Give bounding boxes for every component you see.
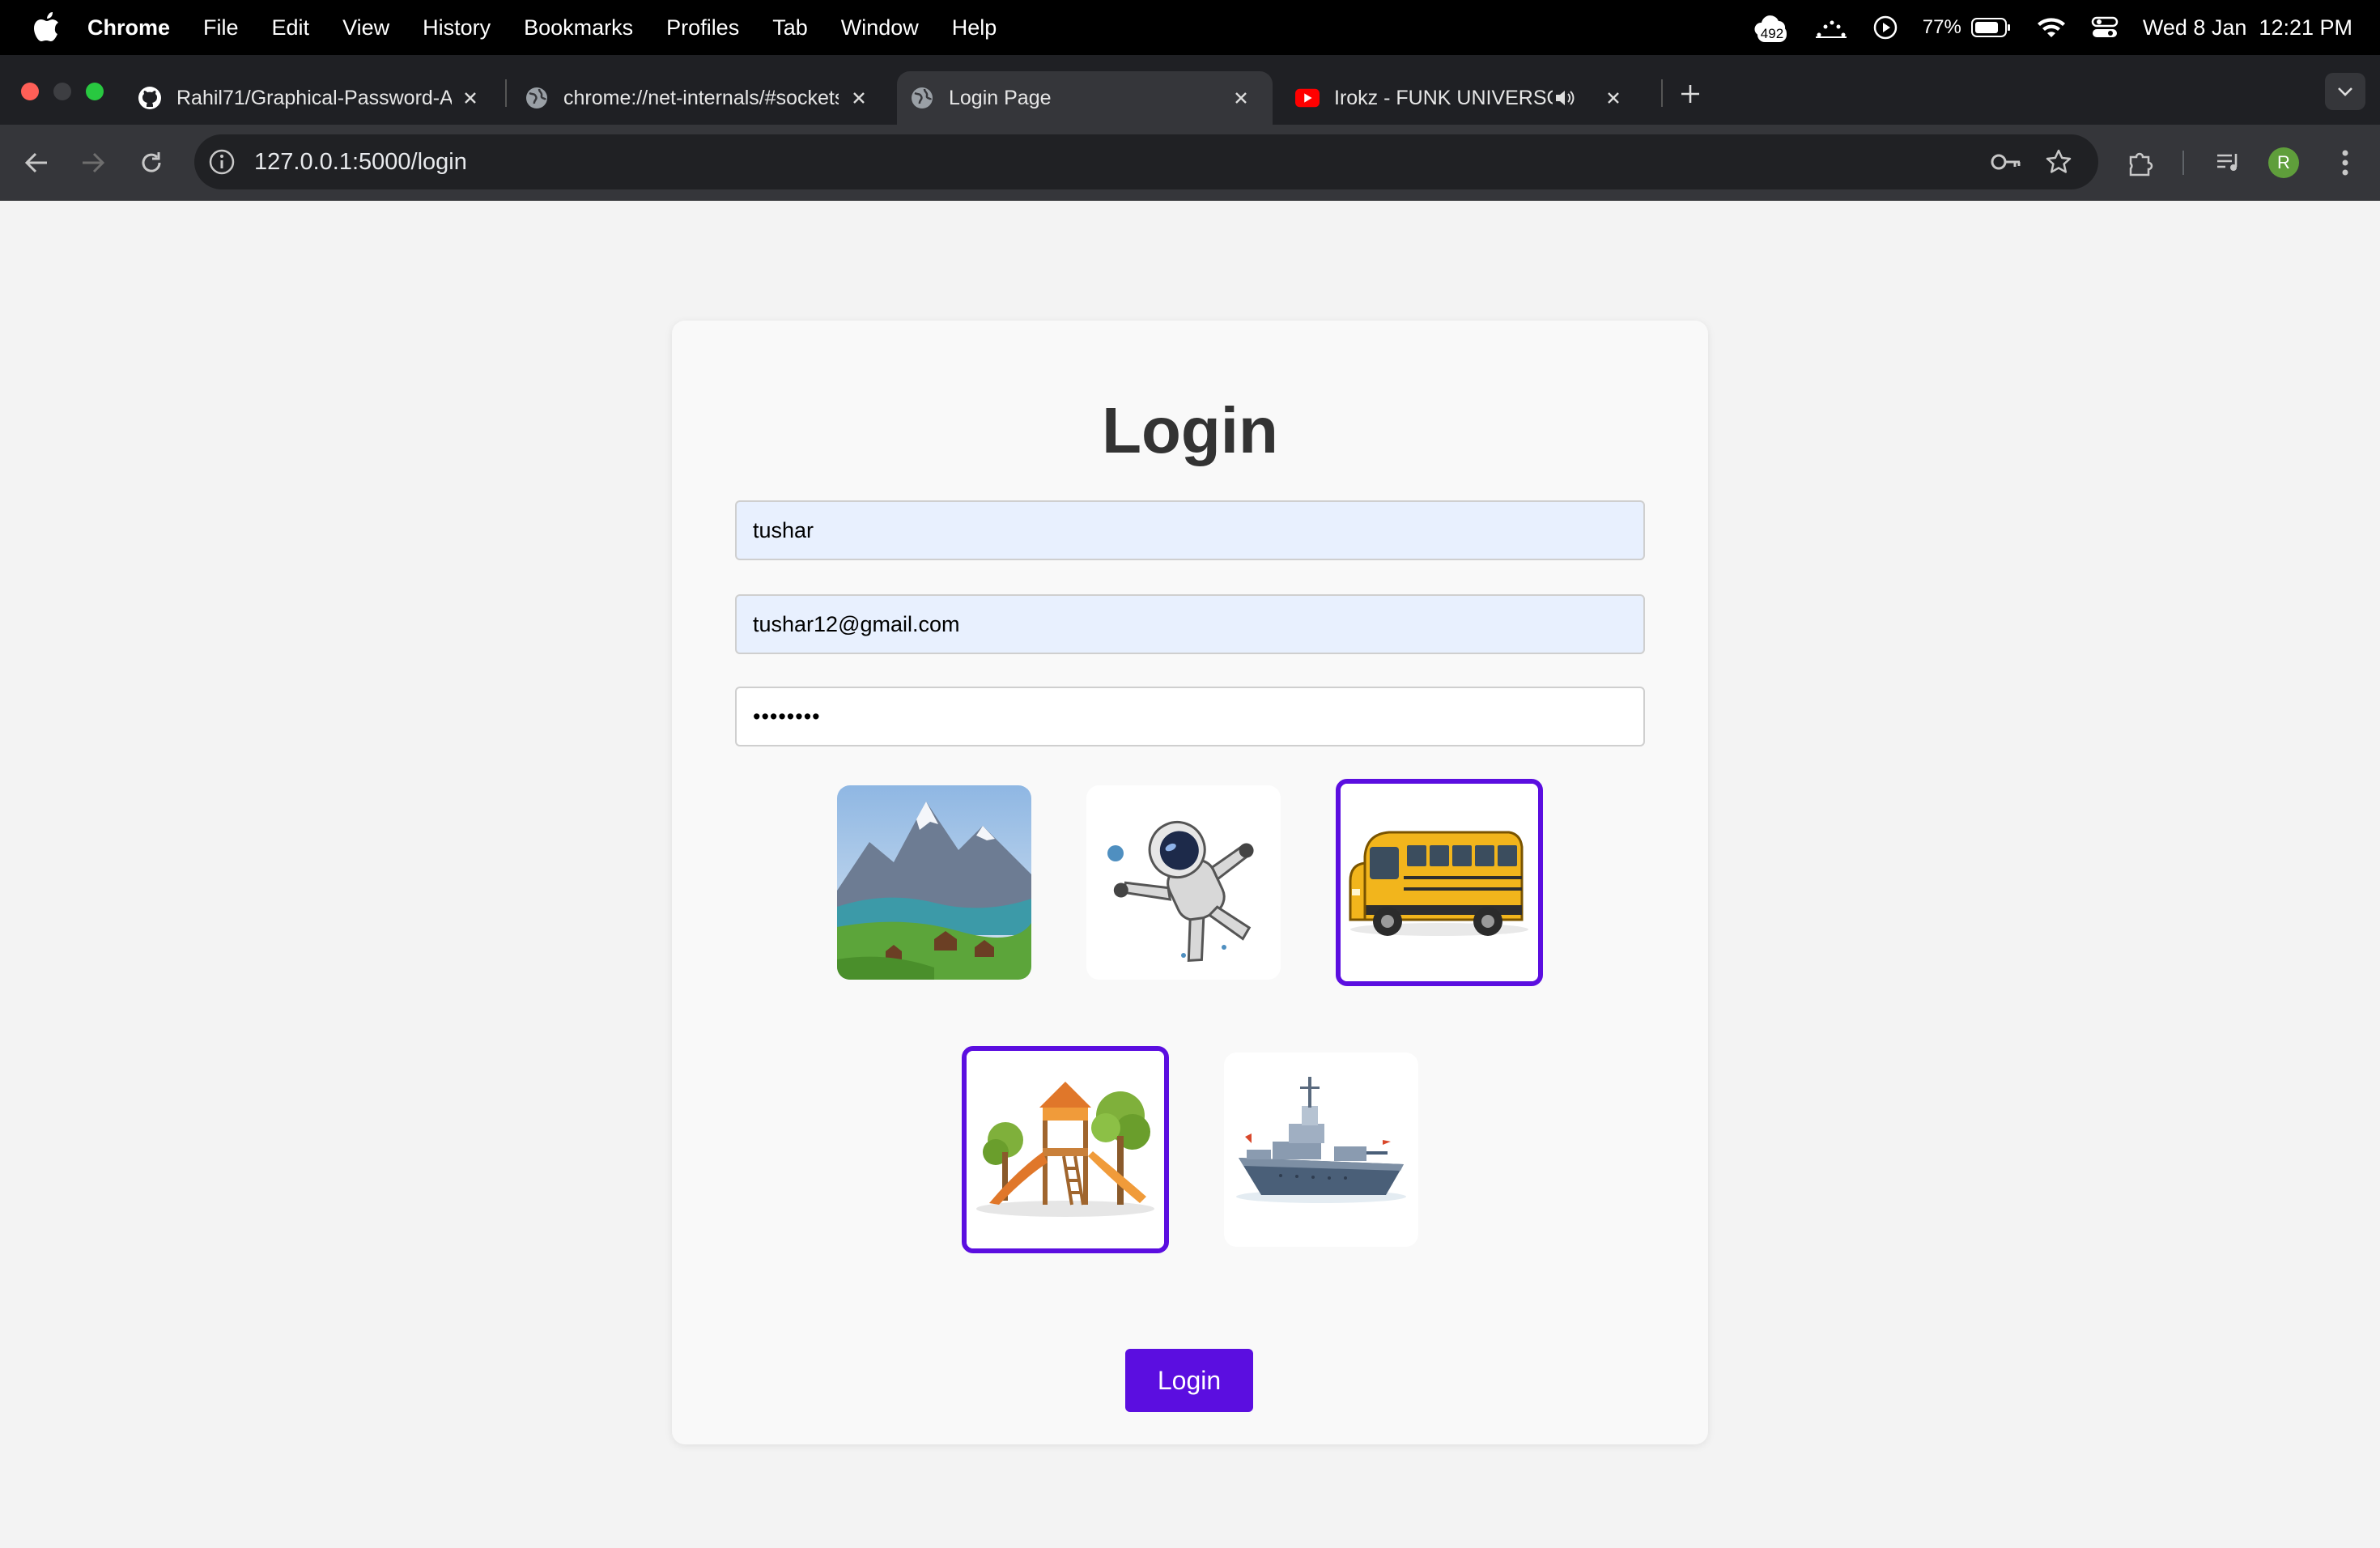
control-center-icon[interactable]	[2091, 15, 2119, 40]
tab-title: Irokz - FUNK UNIVERSO - Yo	[1334, 86, 1553, 109]
password-input[interactable]	[735, 687, 1645, 746]
battleship-image	[1224, 1053, 1418, 1247]
new-tab-button[interactable]	[1674, 78, 1706, 110]
playground-image	[967, 1051, 1164, 1248]
close-icon[interactable]	[1229, 86, 1253, 110]
display-dim-icon[interactable]	[1814, 15, 1848, 40]
login-heading: Login	[1102, 394, 1278, 466]
image-option-mountain-lake[interactable]	[837, 785, 1031, 980]
astronaut-image	[1086, 785, 1281, 980]
wifi-icon[interactable]	[2036, 15, 2067, 40]
menu-app-chrome[interactable]: Chrome	[87, 15, 170, 40]
menu-view[interactable]: View	[342, 15, 389, 40]
url-text: 127.0.0.1:5000/login	[254, 149, 467, 175]
address-bar[interactable]: 127.0.0.1:5000/login	[194, 134, 2098, 189]
tab-youtube[interactable]: Irokz - FUNK UNIVERSO - Yo	[1281, 71, 1645, 125]
profile-avatar[interactable]: R	[2263, 142, 2304, 183]
menu-bookmarks[interactable]: Bookmarks	[524, 15, 633, 40]
apple-logo-icon[interactable]	[31, 11, 63, 44]
site-info-icon[interactable]	[206, 146, 238, 178]
youtube-icon	[1295, 86, 1320, 110]
chrome-menu-icon[interactable]	[2325, 142, 2365, 183]
reload-button[interactable]	[131, 142, 172, 183]
tab-login-page[interactable]: Login Page	[897, 71, 1273, 125]
github-icon	[138, 86, 162, 110]
globe-icon	[525, 86, 549, 110]
login-card: Login tushar tushar12@gmail.com ••••••••…	[672, 321, 1708, 1444]
tab-separator	[505, 79, 507, 107]
image-option-school-bus[interactable]	[1336, 779, 1543, 986]
battery-percent: 77%	[1922, 16, 1961, 38]
cloud-badge-icon[interactable]: 492	[1753, 11, 1790, 44]
login-button[interactable]: Login	[1125, 1349, 1253, 1412]
close-icon[interactable]	[847, 86, 871, 110]
username-input[interactable]	[735, 500, 1645, 560]
close-icon[interactable]	[458, 86, 482, 110]
toolbar-divider	[2182, 151, 2184, 175]
globe-icon	[910, 86, 934, 110]
macos-menubar: Chrome File Edit View History Bookmarks …	[0, 0, 2380, 55]
school-bus-image	[1341, 784, 1538, 981]
menu-window[interactable]: Window	[841, 15, 919, 40]
page-viewport: Login tushar tushar12@gmail.com ••••••••…	[0, 201, 2380, 1548]
tab-separator	[1661, 79, 1663, 107]
image-option-battleship[interactable]	[1224, 1053, 1418, 1247]
back-button[interactable]	[16, 142, 57, 183]
extensions-puzzle-icon[interactable]	[2121, 142, 2161, 183]
cloud-badge-count: 492	[1757, 26, 1787, 42]
bookmark-star-icon[interactable]	[2042, 146, 2075, 178]
window-maximize-button[interactable]	[86, 83, 104, 100]
window-minimize-button[interactable]	[53, 83, 71, 100]
tab-title: Login Page	[949, 86, 1052, 109]
menu-tab[interactable]: Tab	[772, 15, 808, 40]
mountain-lake-image	[837, 785, 1031, 980]
menubar-clock[interactable]: Wed 8 Jan 12:21 PM	[2143, 15, 2352, 40]
tab-title: Rahil71/Graphical-Password-A	[176, 86, 452, 109]
menu-edit[interactable]: Edit	[272, 15, 310, 40]
media-play-icon[interactable]	[1872, 15, 1898, 40]
image-option-astronaut[interactable]	[1086, 785, 1281, 980]
window-close-button[interactable]	[21, 83, 39, 100]
tab-github[interactable]: Rahil71/Graphical-Password-A	[121, 71, 502, 125]
battery-icon[interactable]	[1970, 17, 2012, 38]
menu-file[interactable]: File	[203, 15, 239, 40]
close-icon[interactable]	[1601, 86, 1626, 110]
media-queue-icon[interactable]	[2208, 142, 2249, 183]
forward-button[interactable]	[73, 142, 113, 183]
menu-help[interactable]: Help	[952, 15, 997, 40]
tab-search-button[interactable]	[2325, 73, 2365, 110]
tab-title: chrome://net-internals/#sockets	[563, 86, 839, 109]
email-input[interactable]	[735, 594, 1645, 654]
image-option-playground[interactable]	[962, 1046, 1169, 1253]
menu-profiles[interactable]: Profiles	[666, 15, 739, 40]
password-key-icon[interactable]	[1990, 146, 2022, 178]
tab-net-internals[interactable]: chrome://net-internals/#sockets	[510, 71, 890, 125]
speaker-icon[interactable]	[1553, 86, 1577, 110]
profile-initial: R	[2268, 147, 2299, 178]
menu-history[interactable]: History	[423, 15, 491, 40]
